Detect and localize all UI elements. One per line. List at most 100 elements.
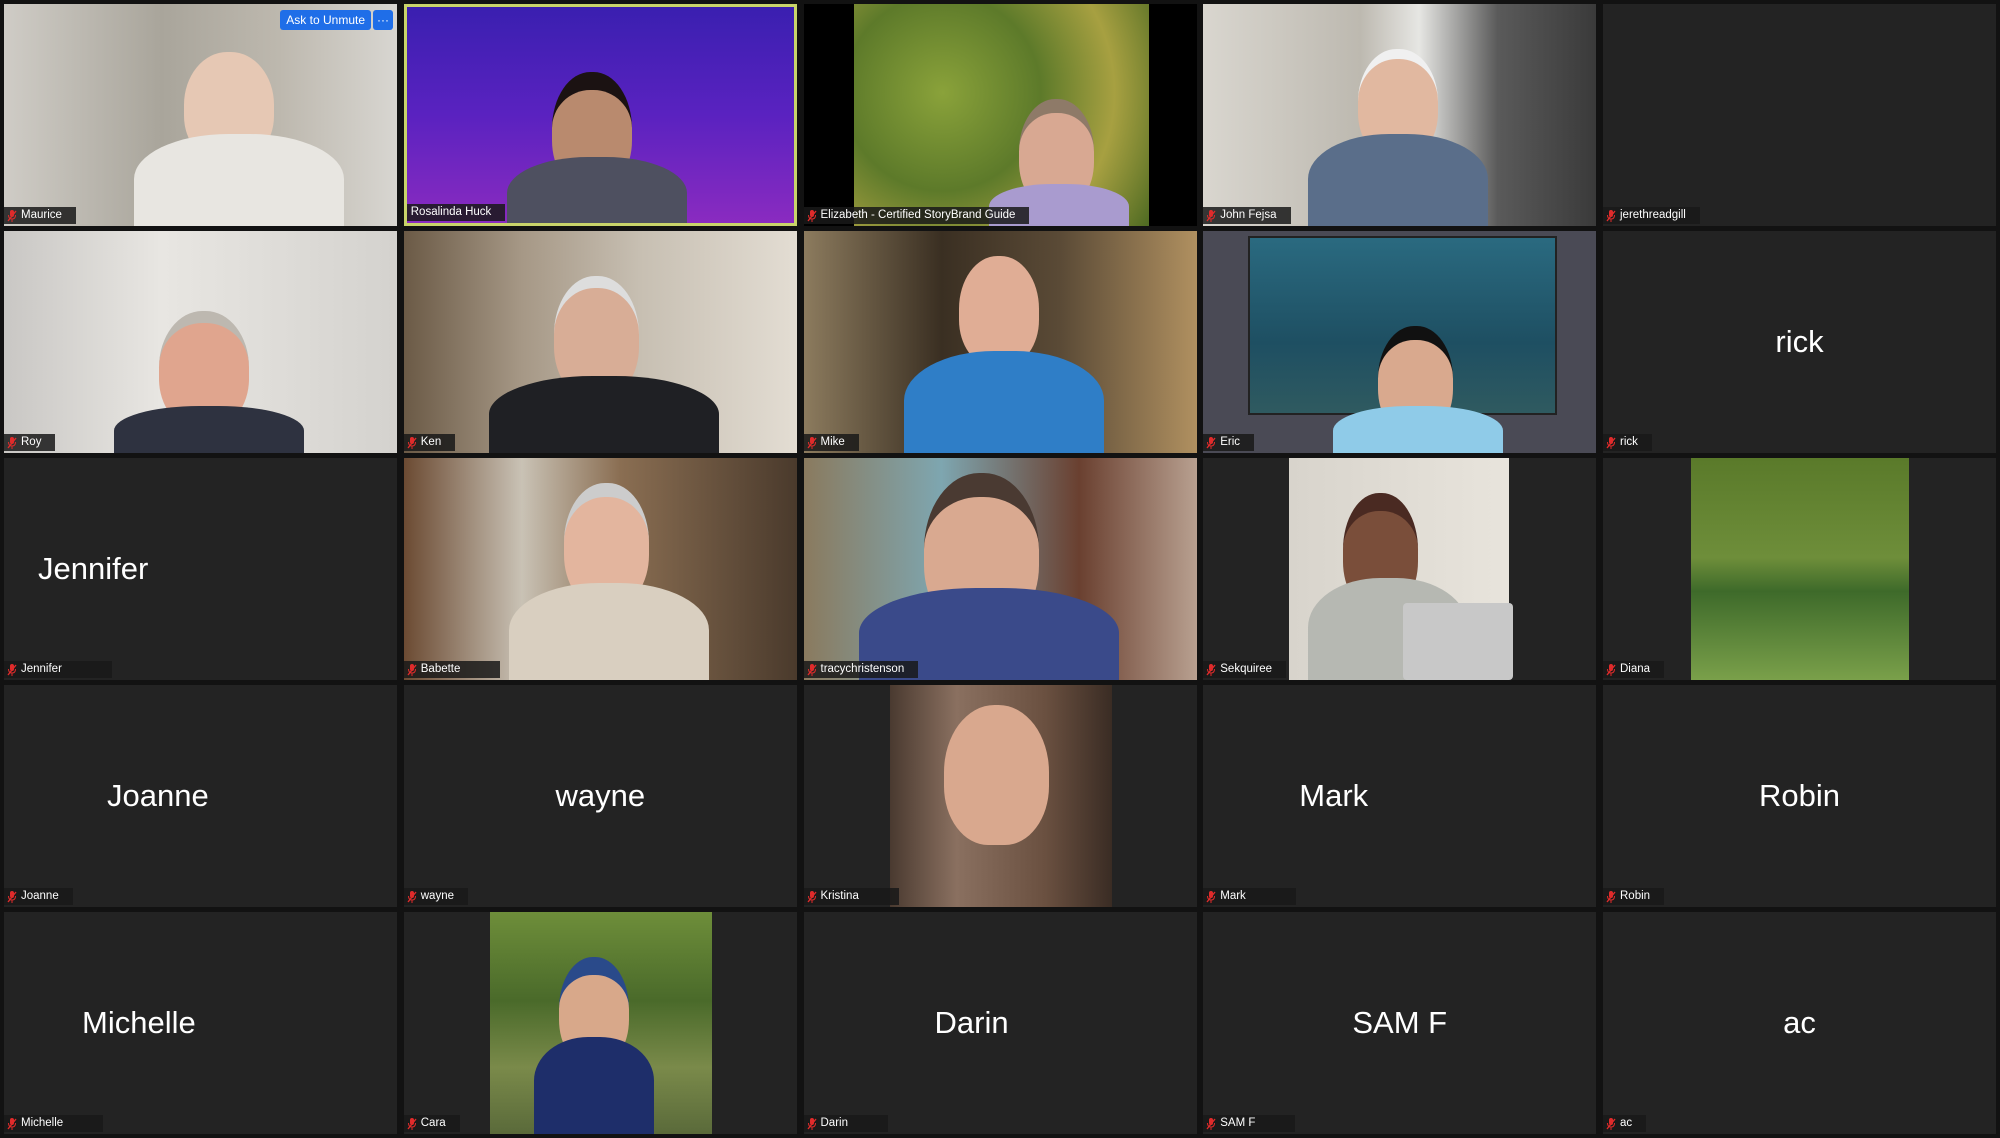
muted-mic-icon xyxy=(1606,436,1616,449)
muted-mic-icon xyxy=(806,436,817,449)
participant-tile-mark[interactable]: Mark Mark xyxy=(1203,685,1597,907)
name-label: SAM F xyxy=(1203,1115,1296,1132)
muted-mic-icon xyxy=(1206,209,1216,222)
name-label: rick xyxy=(1603,434,1652,451)
participant-tile-cara[interactable]: Cara xyxy=(403,912,797,1134)
muted-mic-icon xyxy=(1606,1117,1616,1130)
name-label: Maurice xyxy=(4,207,76,224)
name-label: Eric xyxy=(1203,434,1255,451)
participant-tile-john-fejsa[interactable]: John Fejsa xyxy=(1203,4,1597,226)
participant-name: tracychristenson xyxy=(820,663,905,675)
name-label: Michelle xyxy=(4,1115,104,1132)
participant-display-name: Joanne xyxy=(107,778,209,813)
participant-tile-jennifer[interactable]: Jennifer Jennifer xyxy=(4,458,397,680)
name-label: Diana xyxy=(1603,661,1665,678)
more-options-button[interactable]: ··· xyxy=(373,10,393,30)
participant-name: Diana xyxy=(1620,663,1651,675)
muted-mic-icon xyxy=(7,663,17,676)
participant-display-name: Jennifer xyxy=(38,551,149,586)
muted-mic-icon xyxy=(1606,209,1616,222)
muted-mic-icon xyxy=(407,663,417,676)
muted-mic-icon xyxy=(407,436,417,449)
participant-display-name: Robin xyxy=(1759,778,1840,813)
participant-tile-joanne[interactable]: Joanne Joanne xyxy=(4,685,397,907)
participant-tile-darin[interactable]: Darin Darin xyxy=(803,912,1197,1134)
muted-mic-icon xyxy=(806,209,817,222)
participant-name: Jennifer xyxy=(21,663,62,675)
participant-display-name: rick xyxy=(1775,324,1824,359)
participant-tile-elizabeth[interactable]: Elizabeth - Certified StoryBrand Guide xyxy=(803,4,1197,226)
participant-tile-roy[interactable]: Roy xyxy=(4,231,397,453)
participant-name: Eric xyxy=(1220,436,1241,448)
muted-mic-icon xyxy=(806,663,817,676)
participant-display-name: Mark xyxy=(1299,778,1369,813)
participant-tile-rosalinda-huck[interactable]: Rosalinda Huck xyxy=(403,4,797,226)
participant-tile-kristina[interactable]: Kristina xyxy=(803,685,1197,907)
participant-tile-diana[interactable]: Diana xyxy=(1603,458,1996,680)
participant-name: Mark xyxy=(1220,890,1246,902)
muted-mic-icon xyxy=(1206,1117,1216,1130)
participant-tile-ken[interactable]: Ken xyxy=(403,231,797,453)
participant-tile-robin[interactable]: Robin Robin xyxy=(1603,685,1996,907)
muted-mic-icon xyxy=(7,436,17,449)
name-label: ac xyxy=(1603,1115,1647,1132)
participant-tile-mike[interactable]: Mike xyxy=(803,231,1197,453)
participant-name: Darin xyxy=(820,1117,848,1129)
participant-tile-sekquiree[interactable]: Sekquiree xyxy=(1203,458,1597,680)
muted-mic-icon xyxy=(407,890,417,903)
participant-display-name: ac xyxy=(1783,1005,1816,1040)
participant-name: Ken xyxy=(420,436,442,448)
name-label: jerethreadgill xyxy=(1603,207,1700,224)
muted-mic-icon xyxy=(1606,890,1616,903)
participant-tile-ac[interactable]: ac ac xyxy=(1603,912,1996,1134)
participant-name: Rosalinda Huck xyxy=(410,206,492,218)
name-label: Ken xyxy=(403,434,456,451)
muted-mic-icon xyxy=(407,1117,417,1130)
participant-tile-michelle[interactable]: Michelle Michelle xyxy=(4,912,397,1134)
muted-mic-icon xyxy=(7,1117,17,1130)
participant-video xyxy=(406,7,794,223)
participant-video xyxy=(1203,4,1597,226)
participant-name: Roy xyxy=(21,436,42,448)
ask-to-unmute-button[interactable]: Ask to Unmute xyxy=(280,10,371,30)
muted-mic-icon xyxy=(806,890,817,903)
muted-mic-icon xyxy=(806,1117,817,1130)
participant-video xyxy=(403,231,797,453)
participant-tile-maurice[interactable]: Ask to Unmute ··· Maurice xyxy=(4,4,397,226)
name-label: Elizabeth - Certified StoryBrand Guide xyxy=(803,207,1030,224)
muted-mic-icon xyxy=(1606,663,1616,676)
muted-mic-icon xyxy=(7,209,17,222)
participant-tile-wayne[interactable]: wayne wayne xyxy=(403,685,797,907)
participant-display-name: SAM F xyxy=(1352,1005,1448,1040)
participant-name: rick xyxy=(1620,436,1638,448)
participant-name: wayne xyxy=(420,890,454,902)
name-label: Roy xyxy=(4,434,56,451)
participant-name: Babette xyxy=(420,663,461,675)
participant-name: Sekquiree xyxy=(1220,663,1273,675)
participant-video xyxy=(803,4,1197,226)
participant-video xyxy=(1203,458,1597,680)
participant-tile-babette[interactable]: Babette xyxy=(403,458,797,680)
participant-name: Mike xyxy=(820,436,845,448)
muted-mic-icon xyxy=(1206,436,1216,449)
participant-name: Michelle xyxy=(21,1117,64,1129)
participant-video xyxy=(403,912,797,1134)
name-label: Rosalinda Huck xyxy=(406,204,506,221)
name-label: tracychristenson xyxy=(803,661,919,678)
name-label: Darin xyxy=(803,1115,888,1132)
participant-tile-jerethreadgill[interactable]: jerethreadgill xyxy=(1603,4,1996,226)
participant-tile-rick[interactable]: rick rick xyxy=(1603,231,1996,453)
participant-name: Kristina xyxy=(820,890,859,902)
name-label: Mike xyxy=(803,434,859,451)
name-label: John Fejsa xyxy=(1203,207,1291,224)
participant-tile-eric[interactable]: Eric xyxy=(1203,231,1597,453)
participant-video xyxy=(1203,231,1597,453)
muted-mic-icon xyxy=(7,890,17,903)
muted-mic-icon xyxy=(1206,890,1216,903)
participant-video xyxy=(803,458,1197,680)
participant-tile-tracychristenson[interactable]: tracychristenson xyxy=(803,458,1197,680)
participant-name: Elizabeth - Certified StoryBrand Guide xyxy=(820,209,1016,221)
name-label: Kristina xyxy=(803,888,899,905)
gallery-view: Ask to Unmute ··· Maurice Rosalinda Huck… xyxy=(4,4,1996,1134)
participant-tile-sam-f[interactable]: SAM F SAM F xyxy=(1203,912,1597,1134)
